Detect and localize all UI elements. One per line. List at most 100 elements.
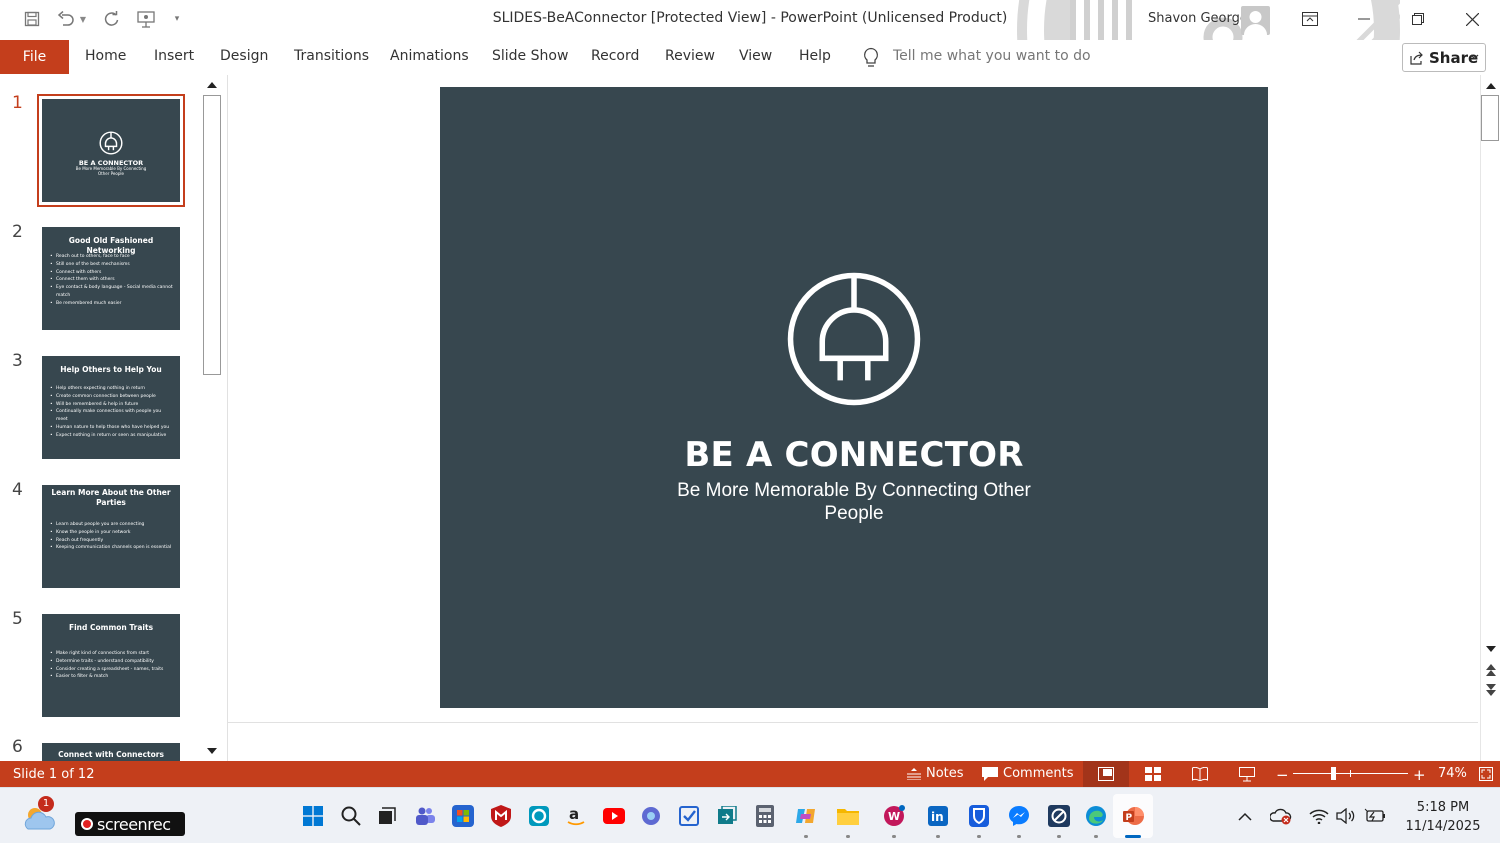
tell-me-search-input[interactable]: Tell me what you want to do bbox=[893, 48, 1091, 64]
zoom-in-icon[interactable]: + bbox=[1413, 766, 1426, 784]
grid-icon bbox=[1145, 767, 1161, 781]
slide-thumbnail-6[interactable]: Connect with Connectors bbox=[42, 743, 180, 761]
youtube-icon[interactable] bbox=[603, 805, 625, 827]
zoom-slider-thumb[interactable] bbox=[1331, 767, 1336, 780]
file-explorer-icon[interactable] bbox=[837, 805, 859, 827]
copilot-app-icon[interactable] bbox=[795, 805, 817, 827]
calculator-icon[interactable] bbox=[754, 805, 776, 827]
tab-home[interactable]: Home bbox=[85, 48, 126, 64]
windows-start-icon[interactable] bbox=[302, 805, 324, 827]
onedrive-error-icon[interactable] bbox=[1270, 805, 1292, 827]
teams-icon[interactable] bbox=[414, 805, 436, 827]
normal-view-button[interactable] bbox=[1083, 761, 1129, 787]
tab-review[interactable]: Review bbox=[665, 48, 715, 64]
slide-thumbnail-2[interactable]: Good Old Fashioned Networking Reach out … bbox=[42, 227, 180, 330]
reading-view-button[interactable] bbox=[1177, 761, 1223, 787]
tab-file[interactable]: File bbox=[0, 40, 69, 74]
volume-icon[interactable] bbox=[1335, 805, 1357, 827]
current-slide[interactable]: BE A CONNECTOR Be More Memorable By Conn… bbox=[440, 87, 1268, 708]
wondershare-icon[interactable]: W bbox=[883, 805, 905, 827]
slide-show-button[interactable] bbox=[1224, 761, 1270, 787]
edge-icon[interactable] bbox=[1085, 805, 1107, 827]
redo-icon[interactable] bbox=[100, 8, 122, 30]
scroll-up-icon[interactable] bbox=[1482, 77, 1499, 94]
scroll-up-icon[interactable] bbox=[203, 76, 220, 93]
slide-thumbnail-1[interactable]: BE A CONNECTOR Be More Memorable By Conn… bbox=[37, 94, 185, 207]
zoom-out-icon[interactable]: − bbox=[1276, 766, 1289, 784]
tab-transitions[interactable]: Transitions bbox=[294, 48, 369, 64]
customize-toolbar-icon[interactable]: ▾ bbox=[170, 8, 184, 30]
bitwarden-icon[interactable] bbox=[968, 805, 990, 827]
tab-record[interactable]: Record bbox=[591, 48, 639, 64]
slide-counter: Slide 1 of 12 bbox=[13, 767, 95, 782]
slide-thumbnail-5[interactable]: Find Common Traits Make right kind of co… bbox=[42, 614, 180, 717]
cortana-icon[interactable] bbox=[528, 805, 550, 827]
comments-button[interactable]: Comments bbox=[982, 766, 1073, 781]
app-installer-icon[interactable] bbox=[716, 805, 738, 827]
minimize-icon[interactable] bbox=[1342, 4, 1386, 34]
save-icon[interactable] bbox=[21, 8, 43, 30]
tab-design[interactable]: Design bbox=[220, 48, 268, 64]
chevron-down-icon[interactable] bbox=[1470, 52, 1479, 61]
system-clock[interactable]: 5:18 PM 11/14/2025 bbox=[1398, 798, 1488, 836]
powerpoint-icon[interactable]: P bbox=[1122, 805, 1144, 827]
zoom-level[interactable]: 74% bbox=[1438, 766, 1467, 781]
previous-slide-icon[interactable] bbox=[1482, 661, 1499, 678]
tab-help[interactable]: Help bbox=[799, 48, 831, 64]
scroll-down-icon[interactable] bbox=[1482, 640, 1499, 657]
mcafee-icon[interactable] bbox=[490, 805, 512, 827]
scroll-down-icon[interactable] bbox=[203, 742, 220, 759]
thumbnail-bullet: Determine traits - understand compatibil… bbox=[50, 658, 174, 666]
chevron-up-icon[interactable] bbox=[1234, 805, 1256, 827]
copilot-icon[interactable] bbox=[640, 805, 662, 827]
next-slide-icon[interactable] bbox=[1482, 681, 1499, 698]
thumbnail-bullets: Reach out to others, face to face Still … bbox=[50, 253, 174, 308]
messenger-icon[interactable] bbox=[1008, 805, 1030, 827]
slide-thumbnail-4[interactable]: Learn More About the Other Parties Learn… bbox=[42, 485, 180, 588]
slide-thumbnail-3[interactable]: Help Others to Help You Help others expe… bbox=[42, 356, 180, 459]
thumbnail-bullet: Connect with others bbox=[50, 269, 174, 277]
microsoft-store-icon[interactable] bbox=[452, 805, 474, 827]
battery-icon[interactable] bbox=[1364, 805, 1386, 827]
todo-icon[interactable] bbox=[678, 805, 700, 827]
screenrec-taskbar-icon[interactable] bbox=[1048, 805, 1070, 827]
restore-icon[interactable] bbox=[1396, 4, 1440, 34]
wifi-icon[interactable] bbox=[1308, 805, 1330, 827]
search-icon[interactable] bbox=[340, 805, 362, 827]
fit-to-window-icon[interactable] bbox=[1479, 767, 1493, 781]
slide-subtitle[interactable]: Be More Memorable By Connecting Other Pe… bbox=[654, 479, 1054, 525]
avatar[interactable] bbox=[1241, 6, 1270, 35]
amazon-icon[interactable]: a bbox=[565, 805, 587, 827]
tab-insert[interactable]: Insert bbox=[154, 48, 194, 64]
tab-slide-show[interactable]: Slide Show bbox=[492, 48, 568, 64]
svg-text:W: W bbox=[888, 810, 900, 823]
undo-icon[interactable] bbox=[55, 8, 77, 30]
slide-title[interactable]: BE A CONNECTOR bbox=[440, 435, 1268, 475]
close-icon[interactable] bbox=[1450, 4, 1494, 34]
thumbnail-bullet: Keeping communication channels open is e… bbox=[50, 544, 174, 552]
tab-view[interactable]: View bbox=[739, 48, 772, 64]
notes-button[interactable]: Notes bbox=[907, 766, 964, 781]
undo-dropdown-icon[interactable]: ▼ bbox=[76, 8, 90, 30]
tab-animations[interactable]: Animations bbox=[390, 48, 469, 64]
thumbnail-scrollbar[interactable] bbox=[203, 75, 221, 761]
thumbnail-bullets: Make right kind of connections from star… bbox=[50, 650, 174, 681]
thumbnail-bullet: Will be remembered & help in future bbox=[50, 401, 174, 409]
share-button[interactable]: Share bbox=[1402, 43, 1486, 72]
linkedin-icon[interactable]: in bbox=[927, 805, 949, 827]
task-view-icon[interactable] bbox=[376, 805, 398, 827]
notes-divider bbox=[228, 722, 1478, 723]
share-icon bbox=[1410, 51, 1423, 65]
presentation-icon[interactable] bbox=[133, 8, 159, 30]
comments-label: Comments bbox=[1003, 766, 1074, 781]
svg-text:in: in bbox=[931, 810, 944, 824]
user-name[interactable]: Shavon George bbox=[1148, 11, 1248, 26]
ribbon-display-options-icon[interactable] bbox=[1288, 4, 1332, 34]
weather-widget[interactable]: 1 bbox=[22, 796, 56, 832]
slide-sorter-view-button[interactable] bbox=[1130, 761, 1176, 787]
scrollbar-thumb[interactable] bbox=[1481, 95, 1499, 141]
slide-number: 4 bbox=[12, 480, 23, 500]
screenrec-app[interactable]: screenrec bbox=[75, 812, 185, 836]
scrollbar-thumb[interactable] bbox=[203, 95, 221, 375]
main-scrollbar[interactable] bbox=[1480, 75, 1499, 761]
